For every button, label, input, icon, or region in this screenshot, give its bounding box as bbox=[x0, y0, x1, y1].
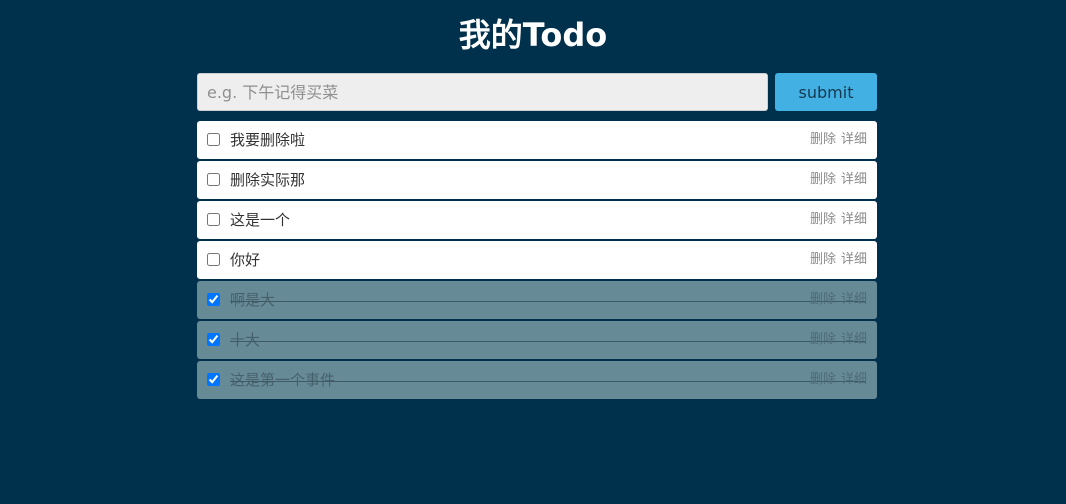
todo-checkbox[interactable] bbox=[207, 333, 220, 346]
todo-item: 删除实际那 删除 详细 bbox=[197, 161, 877, 199]
todo-checkbox[interactable] bbox=[207, 133, 220, 146]
todo-text: 啊是大 bbox=[230, 291, 276, 309]
todo-input[interactable] bbox=[197, 73, 768, 111]
delete-link[interactable]: 删除 bbox=[810, 172, 836, 187]
todo-item: 我要删除啦 删除 详细 bbox=[197, 121, 877, 159]
todo-actions: 删除 详细 bbox=[810, 321, 867, 359]
delete-link[interactable]: 删除 bbox=[810, 332, 836, 347]
todo-text: 这是第一个事件 bbox=[230, 371, 336, 389]
todo-actions: 删除 详细 bbox=[810, 361, 867, 399]
todo-actions: 删除 详细 bbox=[810, 121, 867, 159]
todo-actions: 删除 详细 bbox=[810, 281, 867, 319]
delete-link[interactable]: 删除 bbox=[810, 252, 836, 267]
page-title: 我的Todo bbox=[458, 16, 608, 54]
todo-checkbox[interactable] bbox=[207, 173, 220, 186]
delete-link[interactable]: 删除 bbox=[810, 372, 836, 387]
detail-link[interactable]: 详细 bbox=[841, 252, 867, 267]
todo-item-completed: 这是第一个事件 删除 详细 bbox=[197, 361, 877, 399]
todo-form: submit bbox=[197, 73, 877, 111]
todo-item: 你好 删除 详细 bbox=[197, 241, 877, 279]
detail-link[interactable]: 详细 bbox=[841, 372, 867, 387]
detail-link[interactable]: 详细 bbox=[841, 212, 867, 227]
todo-text: 我要删除啦 bbox=[230, 131, 306, 149]
detail-link[interactable]: 详细 bbox=[841, 332, 867, 347]
todo-item-completed: 啊是大 删除 详细 bbox=[197, 281, 877, 319]
delete-link[interactable]: 删除 bbox=[810, 132, 836, 147]
strikethrough-line bbox=[230, 341, 865, 342]
detail-link[interactable]: 详细 bbox=[841, 132, 867, 147]
todo-checkbox[interactable] bbox=[207, 253, 220, 266]
todo-checkbox[interactable] bbox=[207, 293, 220, 306]
todo-text: 十大 bbox=[230, 331, 261, 349]
todo-actions: 删除 详细 bbox=[810, 161, 867, 199]
detail-link[interactable]: 详细 bbox=[841, 172, 867, 187]
todo-text: 这是一个 bbox=[230, 211, 291, 229]
todo-text: 你好 bbox=[230, 251, 261, 269]
todo-item: 这是一个 删除 详细 bbox=[197, 201, 877, 239]
todo-checkbox[interactable] bbox=[207, 373, 220, 386]
todo-actions: 删除 详细 bbox=[810, 241, 867, 279]
todo-actions: 删除 详细 bbox=[810, 201, 867, 239]
todo-text: 删除实际那 bbox=[230, 171, 306, 189]
delete-link[interactable]: 删除 bbox=[810, 212, 836, 227]
strikethrough-line bbox=[230, 301, 865, 302]
todo-item-completed: 十大 删除 详细 bbox=[197, 321, 877, 359]
todo-checkbox[interactable] bbox=[207, 213, 220, 226]
strikethrough-line bbox=[230, 381, 865, 382]
detail-link[interactable]: 详细 bbox=[841, 292, 867, 307]
todo-list: 我要删除啦 删除 详细 删除实际那 删除 详细 这是一个 删除 详细 你好 删除 详细 … bbox=[197, 121, 877, 401]
delete-link[interactable]: 删除 bbox=[810, 292, 836, 307]
submit-button[interactable]: submit bbox=[775, 73, 877, 111]
